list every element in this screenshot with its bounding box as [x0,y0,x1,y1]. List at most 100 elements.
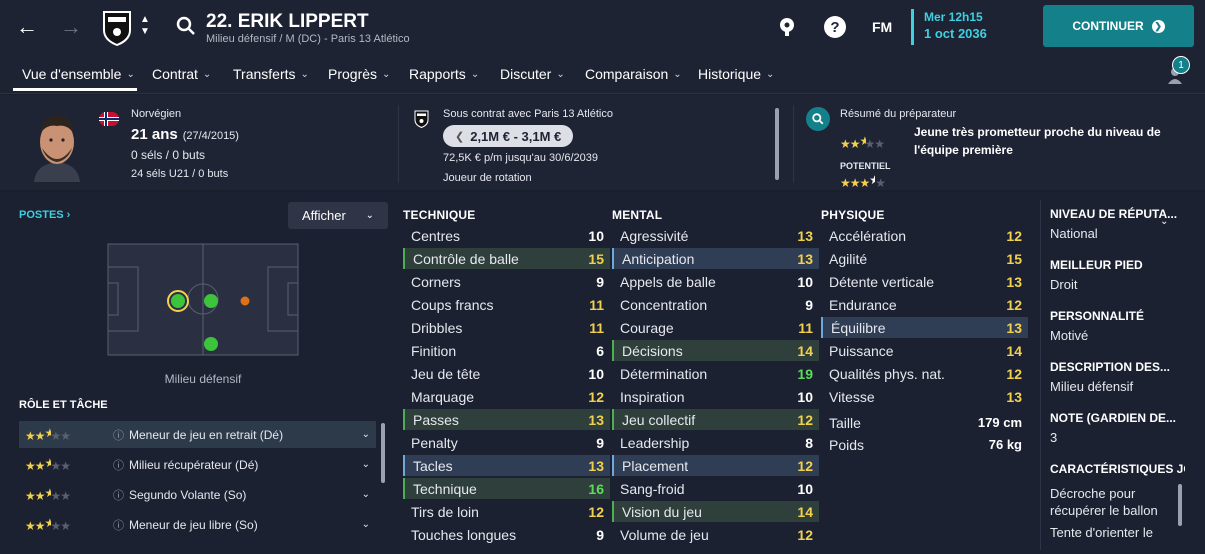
attr-marking[interactable]: Marquage 12 [403,386,610,407]
attr-concentration[interactable]: Concentration 9 [612,294,819,315]
attr-pace[interactable]: Vitesse 13 [821,386,1028,407]
attr-passing[interactable]: Passes 13 [403,409,610,430]
attr-bravery[interactable]: Courage 11 [612,317,819,338]
info-icon[interactable]: ⓘ [113,457,124,473]
attr-acceleration[interactable]: Accélération 12 [821,225,1028,246]
tab-transfers[interactable]: Transferts ⌄ [233,66,309,82]
tab-label: Rapports [409,66,466,82]
attr-penalty[interactable]: Penalty 9 [403,432,610,453]
date-full[interactable]: 1 oct 2036 [924,26,987,41]
pitch-diagram[interactable] [107,243,299,361]
attr-stamina[interactable]: Endurance 12 [821,294,1028,315]
attr-off-the-ball[interactable]: Appels de balle 10 [612,271,819,292]
attr-value: 14 [797,503,813,520]
attr-natural-fitness[interactable]: Qualités phys. nat. 12 [821,363,1028,384]
attr-value: 10 [797,480,813,497]
attr-work-rate[interactable]: Volume de jeu 12 [612,524,819,545]
club-crest-icon[interactable] [102,10,132,47]
mental-title: MENTAL [612,208,663,222]
attr-long-shots[interactable]: Tirs de loin 12 [403,501,610,522]
tab-discuss[interactable]: Discuter ⌄ [500,66,565,82]
attr-teamwork[interactable]: Jeu collectif 12 [612,409,819,430]
attr-balance[interactable]: Équilibre 13 [821,317,1028,338]
attr-vision[interactable]: Vision du jeu 14 [612,501,819,522]
attr-anticipation[interactable]: Anticipation 13 [612,248,819,269]
attr-value: 11 [589,296,604,313]
attr-strength[interactable]: Puissance 14 [821,340,1028,361]
info-icon[interactable]: ⓘ [113,487,124,503]
chevron-down-icon[interactable]: ⌄ [362,489,370,500]
attr-flair[interactable]: Inspiration 10 [612,386,819,407]
attr-tackling[interactable]: Tacles 13 [403,455,610,476]
role-label: Meneur de jeu libre (So) [129,517,258,532]
attr-finishing[interactable]: Finition 6 [403,340,610,361]
attr-corners[interactable]: Corners 9 [403,271,610,292]
attr-value: 10 [797,273,813,290]
fm-menu-label[interactable]: FM [872,19,892,35]
value-badge[interactable]: ❮ 2,1M € - 3,1M € [443,125,574,147]
trait-item: Décroche pour récupérer le ballon [1050,486,1158,518]
tab-comparison[interactable]: Comparaison ⌄ [585,66,682,82]
role-item[interactable]: ★★★★★ ⓘ Segundo Volante (So) ⌄ [19,481,376,508]
attr-value: 12 [1006,365,1022,382]
attr-determination[interactable]: Détermination 19 [612,363,819,384]
attr-decisions[interactable]: Décisions 14 [612,340,819,361]
show-dropdown[interactable]: Afficher ⌄ [288,202,388,229]
back-arrow-icon[interactable]: ← [14,14,40,40]
attr-value: 9 [596,526,604,543]
chevron-down-icon[interactable]: ⌄ [362,519,370,530]
info-icon[interactable]: ⓘ [113,427,124,443]
attr-positioning[interactable]: Placement 12 [612,455,819,476]
tab-overview[interactable]: Vue d'ensemble ⌄ [22,66,135,82]
attr-free-kicks[interactable]: Coups francs 11 [403,294,610,315]
attr-centres[interactable]: Centres 10 [403,225,610,246]
senior-caps: 0 séls / 0 buts [131,148,206,162]
attr-long-throws[interactable]: Touches longues 9 [403,524,610,545]
club-crest-small-icon [414,110,429,133]
info-icon[interactable]: ⓘ [113,517,124,533]
role-item[interactable]: ★★★★★ ⓘ Meneur de jeu libre (So) ⌄ [19,511,376,538]
tab-contract[interactable]: Contrat ⌄ [152,66,211,82]
forward-arrow-icon[interactable]: → [58,14,84,40]
chevron-down-icon[interactable]: ⌄ [1160,216,1168,227]
continue-button[interactable]: CONTINUER ❯ [1043,5,1194,47]
attr-aggression[interactable]: Agressivité 13 [612,225,819,246]
role-stars: ★★★★★ [25,426,71,443]
attr-technique[interactable]: Technique 16 [403,478,610,499]
positions-link[interactable]: POSTES › [19,209,70,221]
technique-title: TECHNIQUE [403,208,476,222]
attr-dribbling[interactable]: Dribbles 11 [403,317,610,338]
scrollbar[interactable] [775,108,779,180]
attr-leadership[interactable]: Leadership 8 [612,432,819,453]
attr-value: 11 [589,319,604,336]
height-row: Taille 179 cm [821,412,1028,433]
chevron-down-icon: ⌄ [300,68,309,80]
attr-composure[interactable]: Sang-froid 10 [612,478,819,499]
potential-stars: ★★★★★ [840,173,886,190]
attr-ball-control[interactable]: Contrôle de balle 15 [403,248,610,269]
roles-scrollbar[interactable] [381,423,385,483]
role-item[interactable]: ★★★★★ ⓘ Milieu récupérateur (Dé) ⌄ [19,451,376,478]
position-caption: Milieu défensif [164,372,242,386]
player-switch-icon[interactable]: ▲ ▼ [140,14,150,38]
attr-value: 9 [805,296,813,313]
attr-label: Agilité [829,250,868,267]
tab-history[interactable]: Historique ⌄ [698,66,774,82]
attr-jumping-reach[interactable]: Détente verticale 13 [821,271,1028,292]
football-club-icon[interactable] [776,16,798,38]
help-icon[interactable]: ? [824,16,846,38]
tab-progress[interactable]: Progrès ⌄ [328,66,390,82]
tab-label: Vue d'ensemble [22,66,122,82]
tab-reports[interactable]: Rapports ⌄ [409,66,479,82]
chevron-down-icon[interactable]: ⌄ [362,459,370,470]
attr-agility[interactable]: Agilité 15 [821,248,1028,269]
chevron-down-icon: ⌄ [202,68,212,80]
attr-heading[interactable]: Jeu de tête 10 [403,363,610,384]
chevron-down-icon[interactable]: ⌄ [362,429,370,440]
traits-scrollbar[interactable] [1178,484,1182,526]
search-icon[interactable] [806,107,830,131]
attr-label: Vision du jeu [622,503,702,520]
search-icon[interactable] [176,16,196,41]
date-day[interactable]: Mer 12h15 [924,10,983,24]
role-item[interactable]: ★★★★★ ⓘ Meneur de jeu en retrait (Dé) ⌄ [19,421,376,448]
